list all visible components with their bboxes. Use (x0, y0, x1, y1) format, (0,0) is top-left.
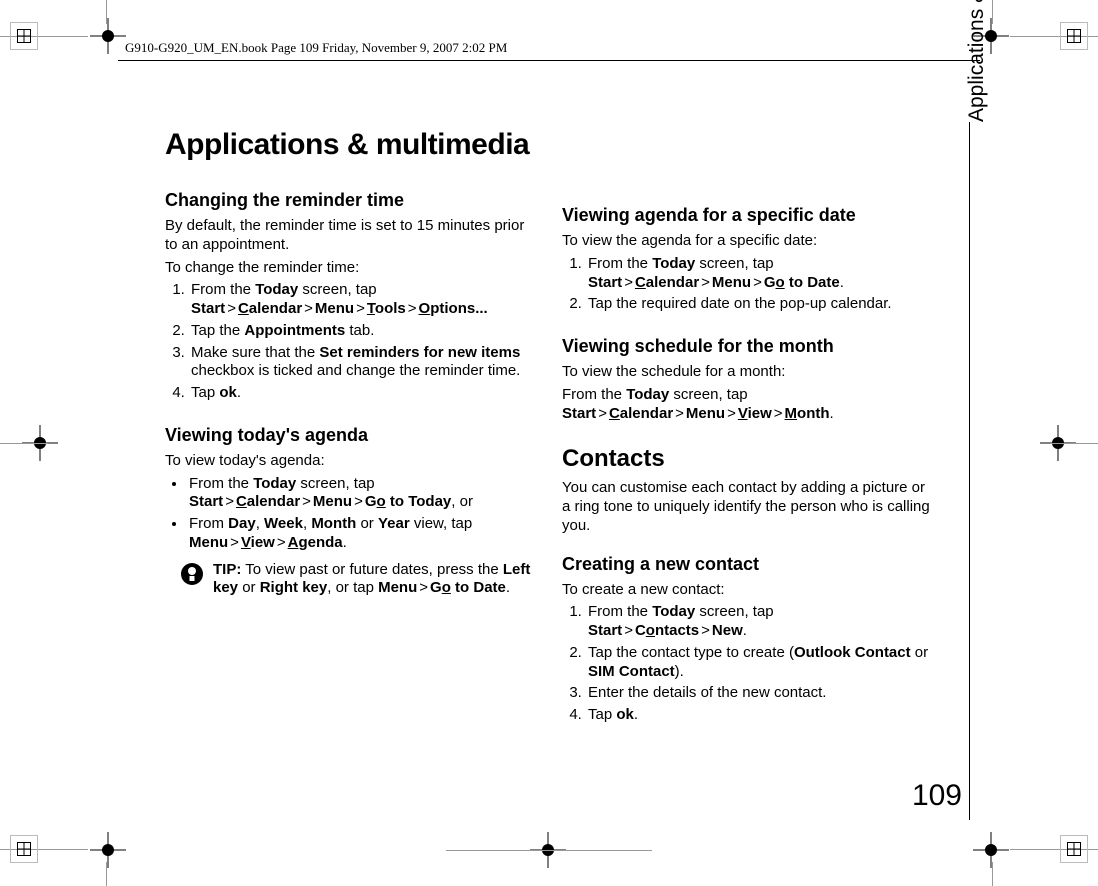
ordered-list: From the Today screen, tap Start>Contact… (562, 603, 935, 725)
section-heading: Creating a new contact (562, 554, 935, 575)
section-heading: Viewing today's agenda (165, 425, 538, 446)
book-header: G910-G920_UM_EN.book Page 109 Friday, No… (125, 40, 507, 56)
crop-line (1050, 443, 1098, 444)
list-item: From the Today screen, tap Start>Contact… (586, 603, 935, 641)
body-text: By default, the reminder time is set to … (165, 217, 538, 255)
list-item: Enter the details of the new contact. (586, 684, 935, 703)
section-heading: Viewing agenda for a specific date (562, 205, 935, 226)
page-number: 109 (912, 779, 962, 813)
side-tab-label: Applications & multimedia (965, 0, 989, 122)
registration-square-icon (10, 22, 38, 50)
list-item: From the Today screen, tap Start>Calenda… (189, 281, 538, 319)
section-heading: Changing the reminder time (165, 190, 538, 211)
body-text: From the Today screen, tap Start>Calenda… (562, 386, 935, 424)
registration-cross-icon (973, 832, 1009, 868)
registration-cross-icon (90, 18, 126, 54)
body-text: To view the schedule for a month: (562, 363, 935, 382)
list-item: Make sure that the Set reminders for new… (189, 344, 538, 382)
side-tab: Applications & multimedia (940, 122, 970, 820)
list-item: From Day, Week, Month or Year view, tap … (187, 515, 538, 553)
list-item: Tap the contact type to create (Outlook … (586, 644, 935, 682)
lightbulb-icon (181, 563, 203, 585)
left-column: Applications & multimedia Changing the r… (165, 128, 538, 731)
registration-square-icon (1060, 835, 1088, 863)
list-item: From the Today screen, tap Start>Calenda… (586, 255, 935, 293)
registration-cross-icon (90, 832, 126, 868)
page-title: Applications & multimedia (165, 128, 538, 162)
ordered-list: From the Today screen, tap Start>Calenda… (562, 255, 935, 314)
list-item: Tap ok. (586, 706, 935, 725)
body-text: You can customise each contact by adding… (562, 479, 935, 535)
list-item: Tap the required date on the pop-up cale… (586, 295, 935, 314)
tip-text: TIP: To view past or future dates, press… (213, 561, 538, 599)
page-content: Applications & multimedia Changing the r… (165, 128, 935, 731)
ordered-list: From the Today screen, tap Start>Calenda… (165, 281, 538, 403)
crop-line (0, 443, 48, 444)
tip-block: TIP: To view past or future dates, press… (165, 561, 538, 599)
list-item: From the Today screen, tap Start>Calenda… (187, 475, 538, 513)
list-item: Tap the Appointments tab. (189, 322, 538, 341)
body-text: To view the agenda for a specific date: (562, 232, 935, 251)
registration-square-icon (1060, 22, 1088, 50)
header-rule (118, 60, 980, 61)
section-heading: Viewing schedule for the month (562, 336, 935, 357)
major-heading: Contacts (562, 445, 935, 473)
unordered-list: From the Today screen, tap Start>Calenda… (165, 475, 538, 553)
body-text: To change the reminder time: (165, 259, 538, 278)
registration-square-icon (10, 835, 38, 863)
right-column: Viewing agenda for a specific date To vi… (562, 128, 935, 731)
crop-line (446, 850, 652, 851)
list-item: Tap ok. (189, 384, 538, 403)
body-text: To create a new contact: (562, 581, 935, 600)
body-text: To view today's agenda: (165, 452, 538, 471)
